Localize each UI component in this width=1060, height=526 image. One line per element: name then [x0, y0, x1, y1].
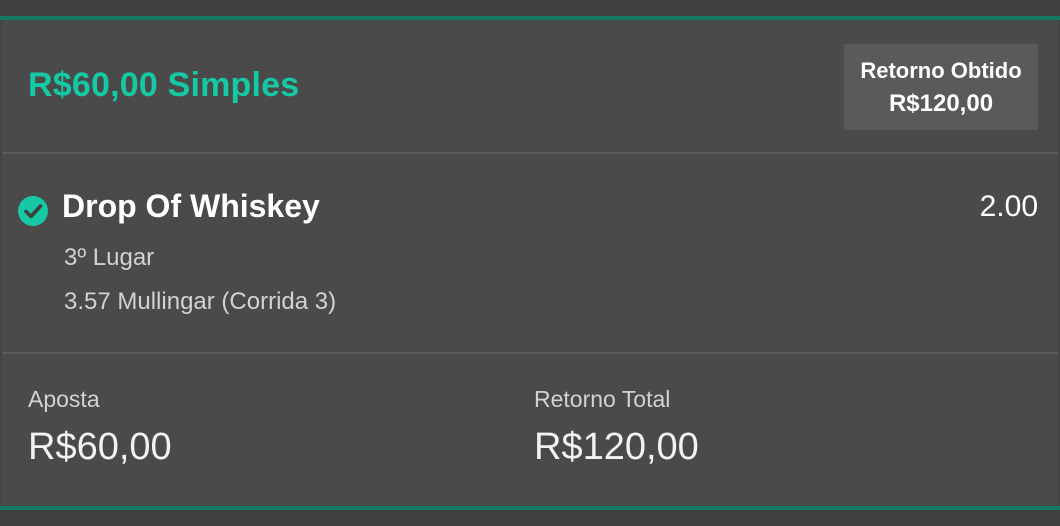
- bet-receipt-frame: R$60,00 Simples Retorno Obtido R$120,00 …: [0, 0, 1060, 526]
- bet-card: R$60,00 Simples Retorno Obtido R$120,00 …: [2, 20, 1058, 506]
- bet-header: R$60,00 Simples Retorno Obtido R$120,00: [2, 20, 1058, 154]
- check-circle-icon: [18, 196, 48, 226]
- bet-summary: Aposta R$60,00 Retorno Total R$120,00: [2, 354, 1058, 506]
- stake-label: Aposta: [28, 386, 100, 412]
- returned-label: Retorno Obtido: [860, 58, 1022, 83]
- selection-event: 3.57 Mullingar (Corrida 3): [64, 288, 337, 315]
- bet-title: R$60,00 Simples: [28, 66, 300, 104]
- selection-odds: 2.00: [979, 190, 1038, 223]
- total-return-label: Retorno Total: [534, 386, 671, 412]
- bottom-accent-bar: [0, 506, 1060, 526]
- stake-value: R$60,00: [28, 426, 172, 468]
- selection-market: 3º Lugar: [64, 244, 155, 271]
- selection-name: Drop Of Whiskey: [62, 188, 320, 224]
- selection-row: Drop Of Whiskey 2.00 3º Lugar 3.57 Mulli…: [2, 154, 1058, 354]
- returned-value: R$120,00: [888, 90, 994, 117]
- returned-box: Retorno Obtido R$120,00: [844, 44, 1038, 130]
- top-accent-bar: [0, 0, 1060, 20]
- total-return-value: R$120,00: [534, 426, 699, 468]
